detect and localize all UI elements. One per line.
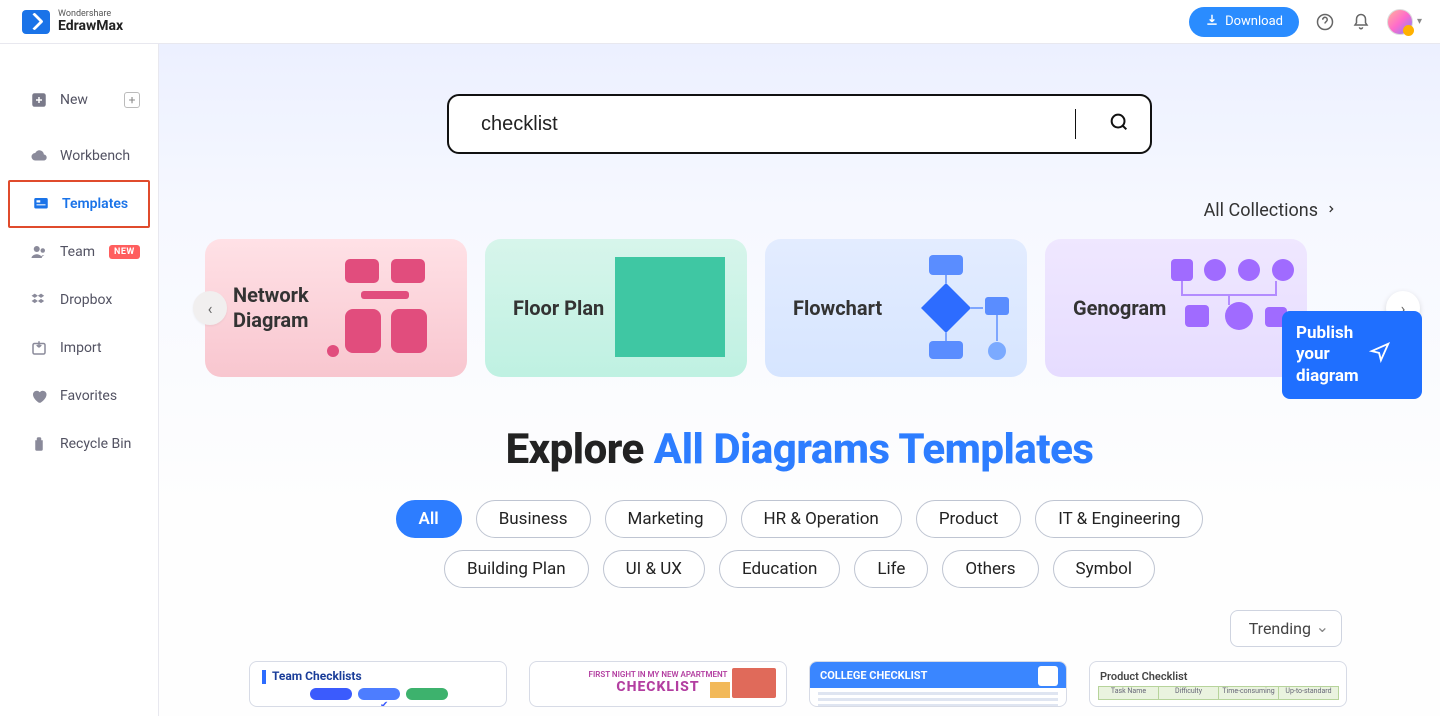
dropbox-icon bbox=[30, 291, 48, 309]
sidebar-item-label: Import bbox=[60, 340, 102, 356]
sort-label: Trending bbox=[1249, 619, 1311, 638]
publish-diagram-button[interactable]: Publish your diagram bbox=[1282, 311, 1422, 399]
publish-line1: Publish bbox=[1296, 323, 1359, 344]
download-label: Download bbox=[1225, 14, 1283, 29]
sidebar-item-new[interactable]: New + bbox=[0, 72, 158, 128]
sidebar-item-dropbox[interactable]: Dropbox bbox=[0, 276, 158, 324]
category-pill-it-engineering[interactable]: IT & Engineering bbox=[1035, 500, 1203, 538]
category-pill-all[interactable]: All bbox=[396, 500, 462, 538]
sidebar-item-recycle-bin[interactable]: Recycle Bin bbox=[0, 420, 158, 468]
template-card-team-checklists[interactable]: Team Checklists ✔ bbox=[249, 661, 507, 707]
template-card-apartment-checklist[interactable]: FIRST NIGHT IN MY NEW APARTMENT CHECKLIS… bbox=[529, 661, 787, 707]
all-collections-link[interactable]: All Collections bbox=[159, 154, 1440, 231]
send-icon bbox=[1369, 341, 1391, 369]
sidebar-item-favorites[interactable]: Favorites bbox=[0, 372, 158, 420]
new-badge: NEW bbox=[109, 245, 140, 259]
category-carousel: ‹ Network Diagram Floor Plan bbox=[159, 239, 1440, 377]
explore-heading: Explore All Diagrams Templates bbox=[159, 425, 1440, 474]
cloud-icon bbox=[30, 147, 48, 165]
download-icon bbox=[1205, 13, 1219, 31]
import-icon bbox=[30, 339, 48, 357]
category-pill-ui-ux[interactable]: UI & UX bbox=[603, 550, 705, 588]
publish-line2: your bbox=[1296, 344, 1359, 365]
trash-icon bbox=[30, 435, 48, 453]
logo-brand-big: EdrawMax bbox=[58, 19, 123, 33]
templates-icon bbox=[32, 195, 50, 213]
category-pill-education[interactable]: Education bbox=[719, 550, 840, 588]
download-button[interactable]: Download bbox=[1189, 7, 1299, 37]
category-pill-marketing[interactable]: Marketing bbox=[605, 500, 727, 538]
sidebar-item-label: Favorites bbox=[60, 388, 117, 404]
main-content: Publish your diagram All Collections bbox=[159, 44, 1440, 716]
sidebar-active-highlight: Templates bbox=[8, 180, 150, 228]
sidebar: New + Workbench Templates Team NEW bbox=[0, 44, 159, 716]
sidebar-item-label: Dropbox bbox=[60, 292, 112, 308]
logo-icon bbox=[22, 10, 50, 34]
card-title: Flowchart bbox=[793, 296, 882, 321]
template-title: COLLEGE CHECKLIST bbox=[810, 662, 1066, 688]
card-title: Floor Plan bbox=[513, 296, 604, 321]
building-icon bbox=[732, 668, 776, 698]
chevron-down-icon: ▾ bbox=[1417, 16, 1422, 27]
all-collections-label: All Collections bbox=[1204, 200, 1318, 221]
search-input[interactable] bbox=[481, 113, 1065, 136]
template-title: Team Checklists bbox=[272, 669, 362, 683]
category-pill-symbol[interactable]: Symbol bbox=[1053, 550, 1155, 588]
sort-dropdown[interactable]: Trending bbox=[1230, 610, 1342, 647]
topbar: Wondershare EdrawMax Download ▾ bbox=[0, 0, 1440, 44]
sheet-icon bbox=[1038, 666, 1058, 686]
search-box bbox=[447, 94, 1152, 154]
sidebar-item-label: Team bbox=[60, 244, 95, 260]
category-pills: All Business Marketing HR & Operation Produc… bbox=[330, 500, 1270, 588]
chevron-left-icon: ‹ bbox=[208, 299, 213, 318]
carousel-prev-button[interactable]: ‹ bbox=[193, 291, 227, 325]
user-menu[interactable]: ▾ bbox=[1387, 9, 1422, 35]
sidebar-item-workbench[interactable]: Workbench bbox=[0, 132, 158, 180]
sidebar-item-label: New bbox=[60, 92, 88, 108]
heart-icon bbox=[30, 387, 48, 405]
search-icon bbox=[1108, 111, 1130, 137]
sidebar-item-templates[interactable]: Templates bbox=[10, 182, 146, 226]
chevron-right-icon bbox=[1326, 200, 1336, 221]
search-button[interactable] bbox=[1094, 96, 1144, 152]
plus-box-icon bbox=[30, 91, 48, 109]
sidebar-item-import[interactable]: Import bbox=[0, 324, 158, 372]
template-results: Team Checklists ✔ FIRST NIGHT IN MY NEW … bbox=[159, 647, 1440, 707]
publish-line3: diagram bbox=[1296, 366, 1359, 387]
explore-prefix: Explore bbox=[506, 425, 654, 474]
network-illustration bbox=[325, 251, 455, 365]
avatar bbox=[1387, 9, 1413, 35]
sidebar-item-label: Templates bbox=[62, 196, 128, 212]
sidebar-item-label: Workbench bbox=[60, 148, 130, 164]
explore-highlight: All Diagrams Templates bbox=[654, 425, 1094, 474]
card-title: Genogram bbox=[1073, 296, 1166, 321]
add-icon[interactable]: + bbox=[124, 92, 140, 108]
template-card-product-checklist[interactable]: Product Checklist Task Name Difficulty T… bbox=[1089, 661, 1347, 707]
divider bbox=[1075, 109, 1076, 139]
category-pill-product[interactable]: Product bbox=[916, 500, 1021, 538]
flowchart-illustration bbox=[885, 251, 1015, 365]
category-pill-business[interactable]: Business bbox=[476, 500, 591, 538]
category-pill-hr-operation[interactable]: HR & Operation bbox=[741, 500, 902, 538]
sidebar-item-team[interactable]: Team NEW bbox=[0, 228, 158, 276]
category-pill-others[interactable]: Others bbox=[942, 550, 1038, 588]
floor-plan-illustration bbox=[605, 251, 735, 365]
category-pill-building-plan[interactable]: Building Plan bbox=[444, 550, 589, 588]
genogram-illustration bbox=[1165, 251, 1295, 365]
team-icon bbox=[30, 243, 48, 261]
carousel-card-network-diagram[interactable]: Network Diagram bbox=[205, 239, 467, 377]
sidebar-item-label: Recycle Bin bbox=[60, 436, 131, 452]
carousel-card-floor-plan[interactable]: Floor Plan bbox=[485, 239, 747, 377]
template-card-college-checklist[interactable]: COLLEGE CHECKLIST bbox=[809, 661, 1067, 707]
help-icon[interactable] bbox=[1315, 12, 1335, 32]
carousel-card-flowchart[interactable]: Flowchart bbox=[765, 239, 1027, 377]
category-pill-life[interactable]: Life bbox=[854, 550, 928, 588]
carousel-card-genogram[interactable]: Genogram bbox=[1045, 239, 1307, 377]
template-title: Product Checklist bbox=[1100, 670, 1336, 683]
bell-icon[interactable] bbox=[1351, 12, 1371, 32]
app-logo[interactable]: Wondershare EdrawMax bbox=[0, 10, 159, 34]
